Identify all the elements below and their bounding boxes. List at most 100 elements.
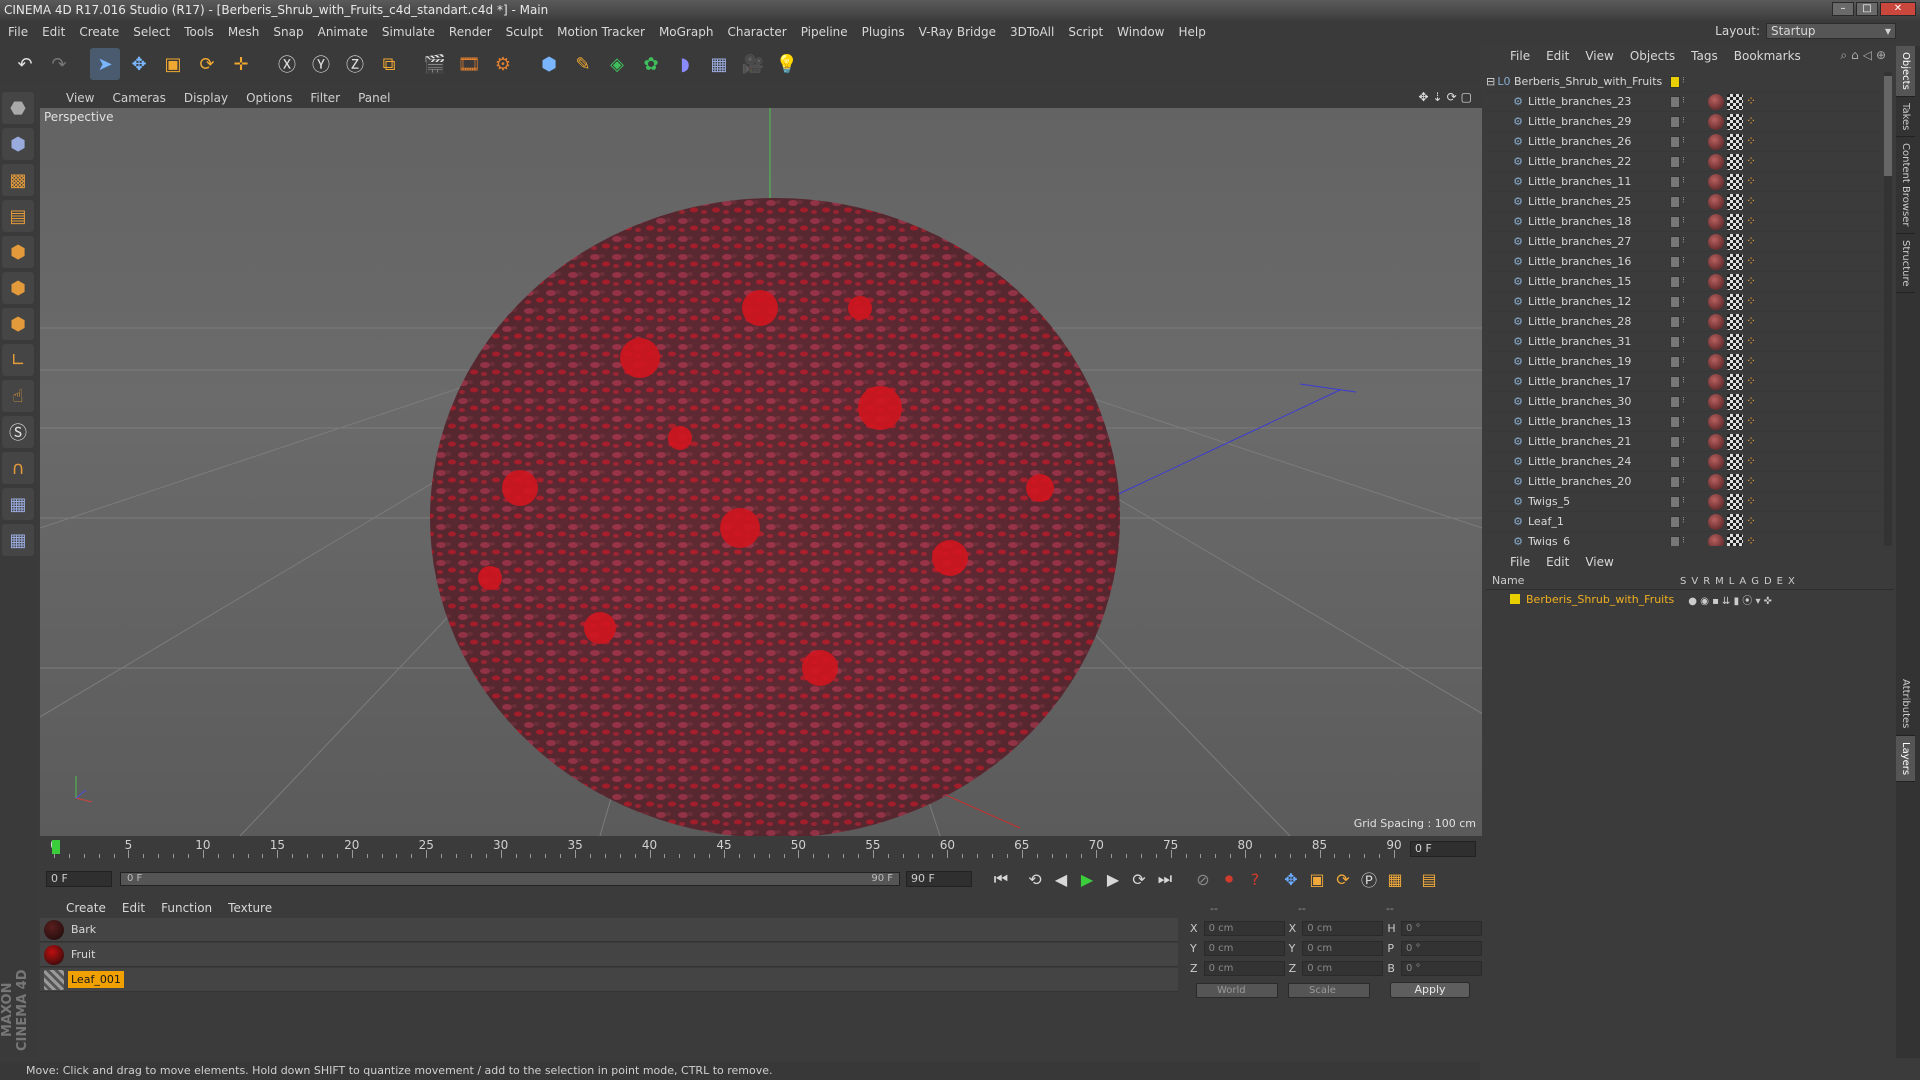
object-visibility[interactable]: ⁝ bbox=[1670, 475, 1686, 488]
phong-tag-icon[interactable]: ⁘ bbox=[1746, 334, 1758, 350]
texture-tag-icon[interactable] bbox=[1727, 113, 1743, 130]
menu-item-select[interactable]: Select bbox=[133, 25, 170, 39]
material-tag-icon[interactable] bbox=[1708, 373, 1724, 390]
viewport-menu-filter[interactable]: Filter bbox=[310, 91, 340, 105]
phong-tag-icon[interactable]: ⁘ bbox=[1746, 234, 1758, 250]
object-menu-tags[interactable]: Tags bbox=[1691, 49, 1718, 63]
editable-check-icon[interactable] bbox=[1670, 535, 1680, 546]
next-frame-icon[interactable]: ▶ bbox=[1100, 867, 1126, 891]
editable-check-icon[interactable] bbox=[1670, 315, 1680, 328]
phong-tag-icon[interactable]: ⁘ bbox=[1746, 214, 1758, 230]
visibility-dots-icon[interactable]: ⁝ bbox=[1682, 196, 1686, 208]
tweak-mode-icon[interactable]: ☝ bbox=[2, 380, 34, 412]
current-frame-field[interactable]: 0 F bbox=[1410, 841, 1476, 857]
key-scale-icon[interactable]: ▣ bbox=[1304, 867, 1330, 891]
polygons-mode-icon[interactable]: ⬢ bbox=[2, 308, 34, 340]
object-row[interactable]: ⚙ Leaf_1 ⁝ ⁘ bbox=[1486, 512, 1882, 532]
object-row[interactable]: ⚙ Little_branches_25 ⁝ ⁘ bbox=[1486, 192, 1882, 212]
object-row[interactable]: ⚙ Little_branches_24 ⁝ ⁘ bbox=[1486, 452, 1882, 472]
object-visibility[interactable]: ⁝ bbox=[1670, 515, 1686, 528]
side-tab-content-browser[interactable]: Content Browser bbox=[1896, 137, 1915, 234]
side-tab-objects[interactable]: Objects bbox=[1896, 46, 1915, 97]
material-menu-create[interactable]: Create bbox=[66, 901, 106, 915]
texture-tag-icon[interactable] bbox=[1727, 433, 1743, 450]
phong-tag-icon[interactable]: ⁘ bbox=[1746, 274, 1758, 290]
editable-check-icon[interactable] bbox=[1670, 115, 1680, 128]
texture-tag-icon[interactable] bbox=[1727, 393, 1743, 410]
viewport-menu-panel[interactable]: Panel bbox=[358, 91, 390, 105]
phong-tag-icon[interactable]: ⁘ bbox=[1746, 174, 1758, 190]
spline-pen-icon[interactable]: ✎ bbox=[568, 48, 598, 80]
cube-icon[interactable]: ⬢ bbox=[534, 48, 564, 80]
rotate-tool-icon[interactable]: ⟳ bbox=[192, 48, 222, 80]
phong-tag-icon[interactable]: ⁘ bbox=[1746, 94, 1758, 110]
texture-tag-icon[interactable] bbox=[1727, 153, 1743, 170]
menu-item-help[interactable]: Help bbox=[1178, 25, 1205, 39]
material-tag-icon[interactable] bbox=[1708, 393, 1724, 410]
object-visibility[interactable]: ⁝ bbox=[1670, 355, 1686, 368]
coord-value-field[interactable]: 0 cm bbox=[1203, 940, 1285, 956]
menu-item-v-ray-bridge[interactable]: V-Ray Bridge bbox=[919, 25, 996, 39]
render-view-icon[interactable]: 🎬 bbox=[420, 48, 450, 80]
object-root-row[interactable]: ⊟ L0 Berberis_Shrub_with_Fruits ⁝ bbox=[1486, 72, 1882, 92]
editable-check-icon[interactable] bbox=[1670, 515, 1680, 528]
material-tag-icon[interactable] bbox=[1708, 173, 1724, 190]
menu-item-create[interactable]: Create bbox=[79, 25, 119, 39]
visibility-dots-icon[interactable]: ⁝ bbox=[1682, 216, 1686, 228]
texture-tag-icon[interactable] bbox=[1727, 333, 1743, 350]
object-visibility[interactable]: ⁝ bbox=[1670, 195, 1686, 208]
material-tag-icon[interactable] bbox=[1708, 433, 1724, 450]
autokey-icon[interactable]: ⊘ bbox=[1190, 867, 1216, 891]
snap-icon[interactable]: Ⓢ bbox=[2, 416, 34, 448]
texture-tag-icon[interactable] bbox=[1727, 473, 1743, 490]
undo-icon[interactable]: ↶ bbox=[10, 48, 40, 80]
points-mode-icon[interactable]: ⬢ bbox=[2, 236, 34, 268]
axis-mode-icon[interactable]: ∟ bbox=[2, 344, 34, 376]
menu-item-render[interactable]: Render bbox=[449, 25, 492, 39]
side-tab-attributes[interactable]: Attributes bbox=[1896, 673, 1915, 736]
editable-check-icon[interactable] bbox=[1670, 475, 1680, 488]
object-visibility[interactable]: ⁝ bbox=[1670, 435, 1686, 448]
visibility-dots-icon[interactable]: ⁝ bbox=[1682, 156, 1686, 168]
editable-check-icon[interactable] bbox=[1670, 415, 1680, 428]
coord-value-field[interactable]: 0 cm bbox=[1203, 920, 1285, 936]
menu-item-plugins[interactable]: Plugins bbox=[862, 25, 905, 39]
visibility-dots-icon[interactable]: ⁝ bbox=[1682, 236, 1686, 248]
object-visibility[interactable]: ⁝ bbox=[1670, 315, 1686, 328]
editable-check-icon[interactable] bbox=[1670, 155, 1680, 168]
floor-icon[interactable]: ▦ bbox=[704, 48, 734, 80]
coordinate-system-icon[interactable]: ⧉ bbox=[374, 48, 404, 80]
minimize-button[interactable]: – bbox=[1832, 2, 1854, 16]
material-tag-icon[interactable] bbox=[1708, 453, 1724, 470]
material-tag-icon[interactable] bbox=[1708, 133, 1724, 150]
texture-tag-icon[interactable] bbox=[1727, 293, 1743, 310]
texture-tag-icon[interactable] bbox=[1727, 513, 1743, 530]
model-mode-icon[interactable]: ⬢ bbox=[2, 128, 34, 160]
viewport-perspective[interactable]: Perspective Grid Spacing : 100 cm bbox=[40, 108, 1482, 836]
phong-tag-icon[interactable]: ⁘ bbox=[1746, 454, 1758, 470]
coord-value-field[interactable]: 0 ° bbox=[1400, 940, 1483, 956]
texture-tag-icon[interactable] bbox=[1727, 213, 1743, 230]
previous-key-icon[interactable]: ⟲ bbox=[1022, 867, 1048, 891]
editable-check-icon[interactable] bbox=[1670, 495, 1680, 508]
visibility-dots-icon[interactable]: ⁝ bbox=[1682, 136, 1686, 148]
visibility-dots-icon[interactable]: ⁝ bbox=[1682, 276, 1686, 288]
menu-item-script[interactable]: Script bbox=[1068, 25, 1103, 39]
menu-item-mesh[interactable]: Mesh bbox=[228, 25, 260, 39]
visibility-dots-icon[interactable]: ⁝ bbox=[1682, 316, 1686, 328]
object-row[interactable]: ⚙ Little_branches_31 ⁝ ⁘ bbox=[1486, 332, 1882, 352]
menu-item-mograph[interactable]: MoGraph bbox=[659, 25, 714, 39]
grid-lock-icon[interactable]: ▦ bbox=[2, 488, 34, 520]
go-to-start-icon[interactable]: ⏮ bbox=[988, 867, 1014, 891]
editable-check-icon[interactable] bbox=[1670, 335, 1680, 348]
phong-tag-icon[interactable]: ⁘ bbox=[1746, 114, 1758, 130]
menu-item-3dtoall[interactable]: 3DToAll bbox=[1010, 25, 1054, 39]
object-menu-bookmarks[interactable]: Bookmarks bbox=[1734, 49, 1801, 63]
editable-check-icon[interactable] bbox=[1670, 175, 1680, 188]
object-visibility[interactable]: ⁝ bbox=[1670, 95, 1686, 108]
render-settings-icon[interactable]: ⚙ bbox=[488, 48, 518, 80]
texture-mode-icon[interactable]: ▩ bbox=[2, 164, 34, 196]
layer-menu-edit[interactable]: Edit bbox=[1546, 555, 1569, 569]
visibility-dots-icon[interactable]: ⁝ bbox=[1682, 396, 1686, 408]
object-row[interactable]: ⚙ Little_branches_22 ⁝ ⁘ bbox=[1486, 152, 1882, 172]
